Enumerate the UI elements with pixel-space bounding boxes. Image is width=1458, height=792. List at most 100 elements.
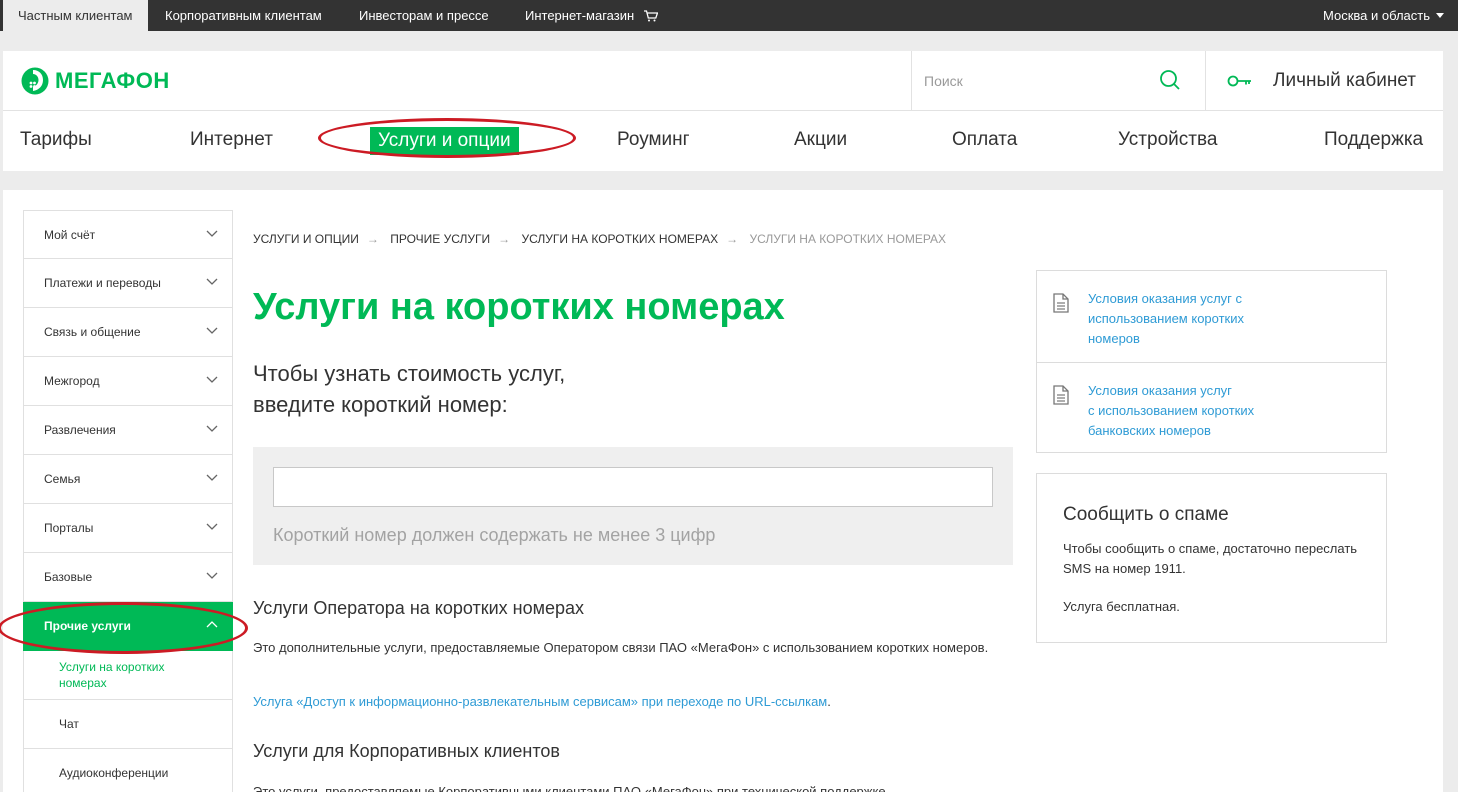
short-number-input[interactable] xyxy=(273,467,993,507)
site-header: МЕГАФОН Поиск Личный кабинет Тарифы Инте… xyxy=(3,51,1443,171)
top-bar: Частным клиентам Корпоративным клиентам … xyxy=(0,0,1458,31)
chevron-down-icon xyxy=(206,278,218,285)
arrow-right-icon: → xyxy=(498,232,511,246)
sidebar-item-other-services[interactable]: Прочие услуги xyxy=(23,602,233,651)
document-icon xyxy=(1053,293,1069,313)
sidebar-subitem-audioconference[interactable]: Аудиоконференции xyxy=(23,749,233,792)
chevron-down-icon xyxy=(206,230,218,237)
document-icon xyxy=(1053,385,1069,405)
chevron-down-icon xyxy=(206,572,218,579)
nav-tariffs[interactable]: Тарифы xyxy=(20,129,92,151)
sidebar-item-label: Порталы xyxy=(44,521,94,535)
lead-text: Чтобы узнать стоимость услуг, введите ко… xyxy=(253,358,673,420)
sidebar-item-long-distance[interactable]: Межгород xyxy=(23,357,233,406)
section-title-corporate: Услуги для Корпоративных клиентов xyxy=(253,741,560,761)
sidebar-item-label: Развлечения xyxy=(44,423,116,437)
content-card: Мой счёт Платежи и переводы Связь и обще… xyxy=(3,190,1443,792)
url-access-link-text[interactable]: Услуга «Доступ к информационно-развлекат… xyxy=(253,694,827,709)
sidebar-subitem-label: Чат xyxy=(59,717,79,731)
chevron-down-icon xyxy=(206,425,218,432)
nav-internet[interactable]: Интернет xyxy=(190,129,273,151)
sidebar-item-communication[interactable]: Связь и общение xyxy=(23,308,233,357)
document-item[interactable]: Условия оказания услуг с использованием … xyxy=(1037,362,1386,453)
spam-free-note: Услуга бесплатная. xyxy=(1063,599,1180,614)
nav-support[interactable]: Поддержка xyxy=(1324,129,1423,151)
input-hint: Короткий номер должен содержать не менее… xyxy=(273,525,716,545)
sidebar-item-my-account[interactable]: Мой счёт xyxy=(23,210,233,259)
section-text-operator: Это дополнительные услуги, предоставляем… xyxy=(253,640,989,655)
nav-payment[interactable]: Оплата xyxy=(952,129,1017,151)
sidebar-item-label: Межгород xyxy=(44,374,100,388)
segment-investors-press[interactable]: Инвесторам и прессе xyxy=(359,0,489,31)
sidebar-item-family[interactable]: Семья xyxy=(23,455,233,504)
sidebar-subitem-label: Аудиоконференции xyxy=(59,766,169,780)
document-link[interactable]: Условия оказания услуг с использованием … xyxy=(1088,289,1288,349)
header-divider xyxy=(3,110,1443,111)
short-number-search-panel: Короткий номер должен содержать не менее… xyxy=(253,447,1013,565)
segment-corporate-clients[interactable]: Корпоративным клиентам xyxy=(165,0,322,31)
url-access-link[interactable]: Услуга «Доступ к информационно-развлекат… xyxy=(253,694,831,709)
document-link-line: банковских номеров xyxy=(1088,423,1211,438)
chevron-down-icon xyxy=(206,376,218,383)
nav-services-options[interactable]: Услуги и опции xyxy=(370,127,519,155)
personal-account-label: Личный кабинет xyxy=(1273,70,1416,91)
sidebar-item-label: Связь и общение xyxy=(44,325,141,339)
search-input[interactable]: Поиск xyxy=(924,73,963,89)
breadcrumb-current: УСЛУГИ НА КОРОТКИХ НОМЕРАХ xyxy=(749,232,947,246)
segment-online-shop[interactable]: Интернет-магазин xyxy=(525,0,658,31)
lead-line: Чтобы узнать стоимость услуг, xyxy=(253,361,566,386)
sidebar-item-label: Мой счёт xyxy=(44,227,96,242)
url-access-link-tail: . xyxy=(827,694,831,709)
sidebar-item-label: Базовые xyxy=(44,570,93,584)
spam-title: Сообщить о спаме xyxy=(1063,504,1229,525)
sidebar-item-payments[interactable]: Платежи и переводы xyxy=(23,259,233,308)
nav-promotions[interactable]: Акции xyxy=(794,129,847,151)
arrow-right-icon: → xyxy=(366,232,379,246)
chevron-down-icon xyxy=(206,474,218,481)
region-selector[interactable]: Москва и область xyxy=(1323,0,1444,31)
sidebar-menu: Мой счёт Платежи и переводы Связь и обще… xyxy=(23,210,233,792)
breadcrumb-link[interactable]: УСЛУГИ И ОПЦИИ xyxy=(253,232,359,246)
sidebar-subitem-label: Услуги на коротких номерах xyxy=(59,660,165,690)
segment-private-clients[interactable]: Частным клиентам xyxy=(3,0,148,31)
arrow-right-icon: → xyxy=(726,232,739,246)
key-icon xyxy=(1227,75,1251,87)
personal-account-link[interactable]: Личный кабинет xyxy=(1227,70,1416,92)
nav-devices[interactable]: Устройства xyxy=(1118,129,1217,151)
sidebar-item-portals[interactable]: Порталы xyxy=(23,504,233,553)
sidebar-item-label: Платежи и переводы xyxy=(44,276,161,290)
document-link[interactable]: Условия оказания услуг с использованием … xyxy=(1088,381,1288,441)
document-link-line: с использованием коротких xyxy=(1088,403,1255,418)
spam-text: Чтобы сообщить о спаме, достаточно перес… xyxy=(1063,541,1358,576)
megafon-logo[interactable]: МЕГАФОН xyxy=(21,66,170,96)
chevron-down-icon xyxy=(206,523,218,530)
document-link-line: Условия оказания услуг xyxy=(1088,383,1232,398)
header-divider xyxy=(1205,51,1206,110)
breadcrumb: УСЛУГИ И ОПЦИИ → ПРОЧИЕ УСЛУГИ → УСЛУГИ НА… xyxy=(253,232,952,246)
breadcrumb-link[interactable]: ПРОЧИЕ УСЛУГИ xyxy=(390,232,490,246)
sidebar-subitem-chat[interactable]: Чат xyxy=(23,700,233,749)
search-icon[interactable] xyxy=(1159,69,1181,91)
nav-roaming[interactable]: Роуминг xyxy=(617,129,690,151)
documents-panel: Условия оказания услуг с использованием … xyxy=(1036,270,1387,453)
document-link-line: номеров xyxy=(1088,331,1140,346)
cart-icon xyxy=(643,10,658,22)
sidebar-subitem-short-numbers[interactable]: Услуги на коротких номерах xyxy=(23,651,233,700)
sidebar-item-label: Семья xyxy=(44,472,81,486)
header-divider xyxy=(911,51,912,110)
section-title-operator: Услуги Оператора на коротких номерах xyxy=(253,598,585,618)
online-shop-label: Интернет-магазин xyxy=(525,8,635,23)
document-item[interactable]: Условия оказания услуг с использованием … xyxy=(1037,271,1386,362)
sidebar-item-label: Прочие услуги xyxy=(44,619,131,633)
document-link-line: использованием коротких xyxy=(1088,311,1244,326)
section-text-corporate: Это услуги, предоставляемые Корпоративны… xyxy=(253,784,886,792)
megafon-logo-icon xyxy=(21,67,49,95)
chevron-down-icon xyxy=(206,327,218,334)
sidebar-item-entertainment[interactable]: Развлечения xyxy=(23,406,233,455)
logo-text: МЕГАФОН xyxy=(55,68,170,93)
sidebar-item-basic[interactable]: Базовые xyxy=(23,553,233,602)
chevron-down-icon xyxy=(1436,13,1444,18)
report-spam-panel: Сообщить о спаме Чтобы сообщить о спаме,… xyxy=(1036,473,1387,643)
breadcrumb-link[interactable]: УСЛУГИ НА КОРОТКИХ НОМЕРАХ xyxy=(522,232,719,246)
region-label: Москва и область xyxy=(1322,8,1430,23)
